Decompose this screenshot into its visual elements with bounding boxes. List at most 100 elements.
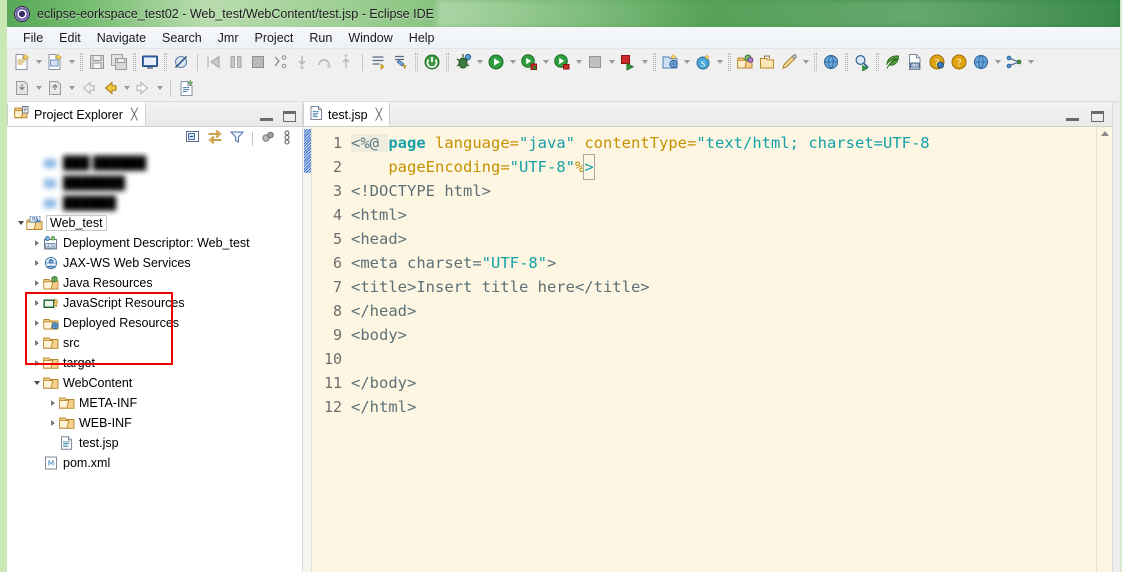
menu-jmr[interactable]: Jmr xyxy=(210,29,247,47)
code-line[interactable]: pageEncoding="UTF-8"%> xyxy=(345,154,1096,180)
step-into-button[interactable] xyxy=(291,51,313,73)
filter-icon[interactable] xyxy=(229,129,245,150)
close-icon[interactable]: ╳ xyxy=(376,108,383,121)
twisty-icon[interactable] xyxy=(31,240,42,246)
code-line[interactable]: </head> xyxy=(345,299,1096,323)
twisty-icon[interactable] xyxy=(31,360,42,366)
open-console-button[interactable] xyxy=(139,51,161,73)
search-svn-button-dropdown-arrow[interactable] xyxy=(714,51,725,73)
export-button-dropdown-arrow[interactable] xyxy=(66,77,77,99)
tree-item[interactable]: JavaScript Resources xyxy=(7,293,302,313)
toggle-links-button-dropdown-arrow[interactable] xyxy=(1025,51,1036,73)
menu-file[interactable]: File xyxy=(15,29,51,47)
run-last-tool-button-dropdown-arrow[interactable] xyxy=(639,51,650,73)
tree-item[interactable]: WEB-INF xyxy=(7,413,302,433)
code-line[interactable] xyxy=(345,347,1096,371)
new-java-file-button[interactable] xyxy=(44,51,66,73)
tree-item[interactable]: Java Resources xyxy=(7,273,302,293)
previous-annotation-button[interactable] xyxy=(390,51,412,73)
terminate-server-button[interactable] xyxy=(421,51,443,73)
help-contents-button[interactable]: ? xyxy=(926,51,948,73)
twisty-icon[interactable] xyxy=(31,381,42,385)
run-as-server-button-dropdown-arrow[interactable] xyxy=(540,51,551,73)
twisty-icon[interactable] xyxy=(31,340,42,346)
editor-marker-ruler[interactable] xyxy=(303,127,312,572)
new-untitled-text-file-button[interactable] xyxy=(176,77,198,99)
maximize-view-icon[interactable] xyxy=(283,111,296,122)
menu-help[interactable]: Help xyxy=(401,29,443,47)
open-type-button[interactable] xyxy=(734,51,756,73)
export-button[interactable] xyxy=(44,77,66,99)
stop-button[interactable] xyxy=(584,51,606,73)
step-return-button[interactable] xyxy=(335,51,357,73)
tomcat-button[interactable] xyxy=(882,51,904,73)
focus-on-active-task-icon[interactable] xyxy=(260,129,276,150)
new-web-project-button-dropdown-arrow[interactable] xyxy=(681,51,692,73)
debug-button-dropdown-arrow[interactable] xyxy=(474,51,485,73)
help-search-button[interactable]: ? xyxy=(948,51,970,73)
tree-item[interactable]: ███ ██████ xyxy=(7,153,302,173)
tree-item[interactable]: Deployed Resources xyxy=(7,313,302,333)
new-web-project-button[interactable] xyxy=(659,51,681,73)
minimize-view-icon[interactable] xyxy=(260,112,273,121)
import-button-dropdown-arrow[interactable] xyxy=(33,77,44,99)
menu-search[interactable]: Search xyxy=(154,29,210,47)
new-editor-button-dropdown-arrow[interactable] xyxy=(800,51,811,73)
debug-button[interactable] xyxy=(452,51,474,73)
search-button[interactable] xyxy=(851,51,873,73)
suspend-button[interactable] xyxy=(225,51,247,73)
maximize-editor-icon[interactable] xyxy=(1091,111,1104,122)
tree-item[interactable]: ███████ xyxy=(7,173,302,193)
new-wizard-button-dropdown-arrow[interactable] xyxy=(33,51,44,73)
open-web-browser-button[interactable] xyxy=(820,51,842,73)
open-url-button-dropdown-arrow[interactable] xyxy=(992,51,1003,73)
menu-edit[interactable]: Edit xyxy=(51,29,89,47)
stop-button-dropdown-arrow[interactable] xyxy=(606,51,617,73)
code-line[interactable]: <meta charset="UTF-8"> xyxy=(345,251,1096,275)
toggle-links-button[interactable] xyxy=(1003,51,1025,73)
menu-window[interactable]: Window xyxy=(340,29,400,47)
tab-test-jsp[interactable]: test.jsp ╳ xyxy=(303,102,391,126)
code-line[interactable]: <%@ page language="java" contentType="te… xyxy=(345,131,1096,155)
save-button[interactable] xyxy=(86,51,108,73)
skip-breakpoints-button[interactable] xyxy=(170,51,192,73)
twisty-icon[interactable] xyxy=(31,320,42,326)
run-as-server-button[interactable] xyxy=(518,51,540,73)
new-editor-button[interactable] xyxy=(778,51,800,73)
save-all-button[interactable] xyxy=(108,51,130,73)
editor-vertical-scrollbar[interactable] xyxy=(1096,127,1112,572)
back-button[interactable] xyxy=(99,77,121,99)
open-url-button[interactable] xyxy=(970,51,992,73)
twisty-icon[interactable] xyxy=(31,260,42,266)
run-button-dropdown-arrow[interactable] xyxy=(507,51,518,73)
code-line[interactable]: </body> xyxy=(345,371,1096,395)
tree-item[interactable]: target xyxy=(7,353,302,373)
code-line[interactable]: </html> xyxy=(345,395,1096,419)
link-with-editor-icon[interactable] xyxy=(207,129,223,150)
step-over-button[interactable] xyxy=(313,51,335,73)
scroll-up-icon[interactable] xyxy=(1101,131,1109,136)
search-svn-button[interactable]: S xyxy=(692,51,714,73)
binary-view-button[interactable]: 010 xyxy=(904,51,926,73)
menu-project[interactable]: Project xyxy=(246,29,301,47)
forward-button-dropdown-arrow[interactable] xyxy=(154,77,165,99)
run-last-tool-button[interactable] xyxy=(617,51,639,73)
tree-item[interactable]: M Web_test xyxy=(7,213,302,233)
twisty-icon[interactable] xyxy=(31,280,42,286)
new-wizard-button[interactable] xyxy=(11,51,33,73)
new-java-file-button-dropdown-arrow[interactable] xyxy=(66,51,77,73)
resume-button[interactable] xyxy=(203,51,225,73)
twisty-icon[interactable] xyxy=(31,300,42,306)
tree-item[interactable]: WebContent xyxy=(7,373,302,393)
tree-item[interactable]: META-INF xyxy=(7,393,302,413)
tree-item[interactable]: 2.5 Deployment Descriptor: Web_test xyxy=(7,233,302,253)
forward-button[interactable] xyxy=(132,77,154,99)
tree-item[interactable]: Mpom.xml xyxy=(7,453,302,473)
project-tree[interactable]: ███ ██████ ███████ ██████ M Web_test 2.5 Deplo… xyxy=(7,151,302,572)
next-annotation-button[interactable] xyxy=(368,51,390,73)
minimize-editor-icon[interactable] xyxy=(1066,112,1079,121)
terminate-button[interactable] xyxy=(247,51,269,73)
menu-run[interactable]: Run xyxy=(301,29,340,47)
twisty-icon[interactable] xyxy=(47,400,58,406)
code-line[interactable]: <title>Insert title here</title> xyxy=(345,275,1096,299)
